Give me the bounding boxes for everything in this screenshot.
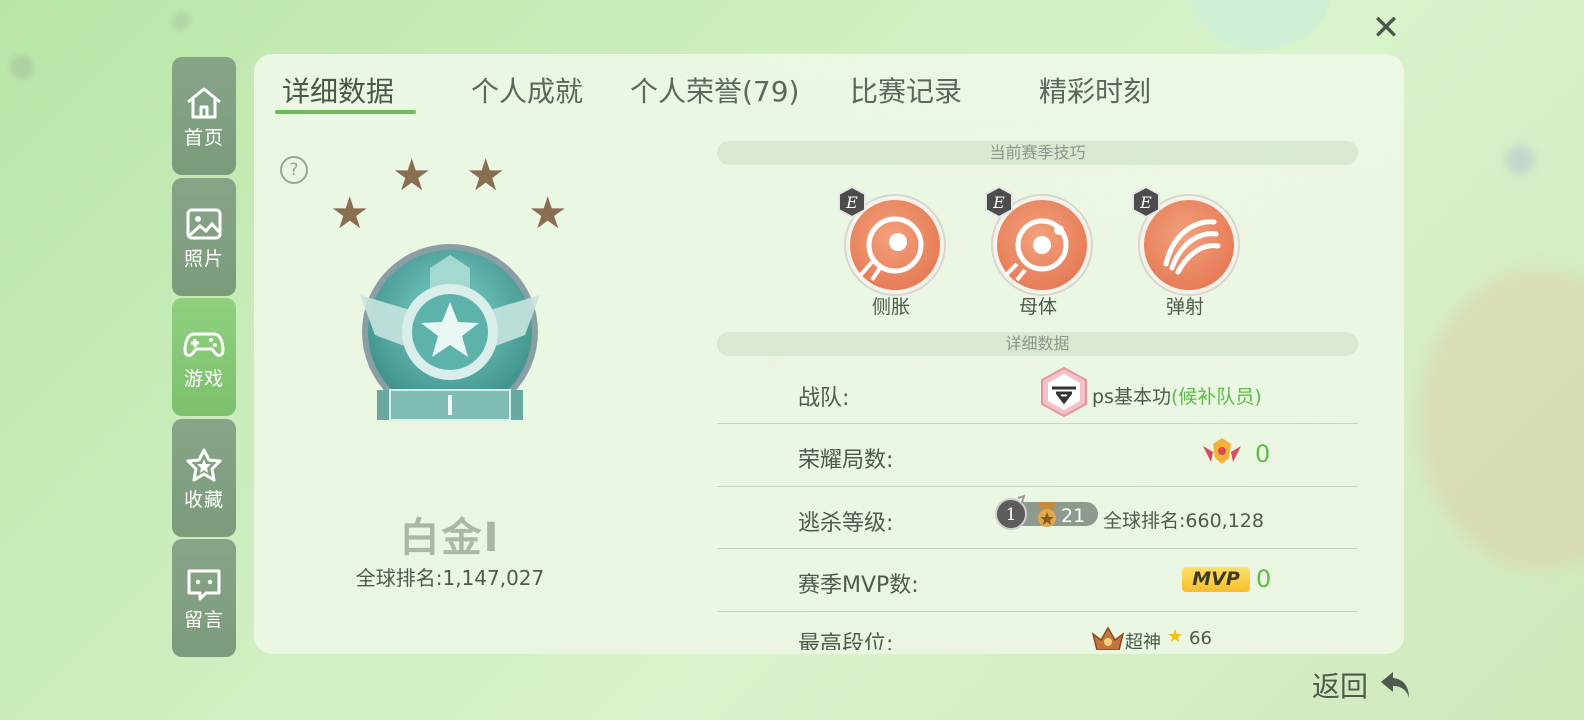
rank-star-icon: ★ <box>528 188 568 239</box>
svg-text:E: E <box>1139 193 1152 212</box>
tab-details[interactable]: 详细数据 <box>282 70 394 110</box>
sidebar-item-favorites[interactable]: 收藏 <box>172 419 236 537</box>
row-divider <box>717 423 1358 424</box>
tab-achievements[interactable]: 个人成就 <box>471 70 583 110</box>
rank-global-position: 全球排名:1,147,027 <box>355 566 545 590</box>
rank-emblem-icon <box>360 244 540 421</box>
glory-badge-icon <box>1203 438 1241 464</box>
team-role: (候补队员) <box>1170 386 1262 408</box>
back-arrow-icon <box>1380 672 1409 698</box>
escape-rank-badge-icon: 1 <box>995 494 1027 530</box>
skill-label: 侧胀 <box>871 296 910 318</box>
team-logo-icon[interactable] <box>1038 366 1090 418</box>
mvp-value: 0 <box>1256 565 1272 593</box>
mvp-label: 赛季MVP数: <box>798 573 919 598</box>
rank-star-icon: ★ <box>392 150 432 201</box>
highest-rank-star-icon: ★ <box>1167 626 1184 647</box>
escape-level-medal-icon <box>1038 502 1056 527</box>
highest-rank-row: 最高段位: 超神 ★ 66 <box>717 612 1358 650</box>
team-name[interactable]: ps基本功(候补队员) <box>1092 382 1262 409</box>
sidebar-item-label: 首页 <box>183 127 224 149</box>
team-label: 战队: <box>798 386 850 411</box>
sidebar-item-photo[interactable]: 照片 <box>172 178 236 296</box>
svg-text:E: E <box>992 193 1005 212</box>
close-icon[interactable]: ✕ <box>1368 10 1404 46</box>
skill-label: 弹射 <box>1165 296 1204 318</box>
active-tab-underline <box>275 110 416 114</box>
sidebar-item-home[interactable]: 首页 <box>172 57 236 175</box>
grade-badge-icon: E <box>985 186 1013 218</box>
sidebar-item-game[interactable]: 游戏 <box>172 298 236 416</box>
sidebar-item-label: 游戏 <box>183 368 224 390</box>
help-icon[interactable]: ? <box>280 156 308 184</box>
svg-text:E: E <box>845 193 858 212</box>
crown-badge-icon <box>1091 626 1125 650</box>
highest-rank-value: 超神 <box>1125 632 1161 650</box>
rank-star-icon: ★ <box>466 150 506 201</box>
tab-match-records[interactable]: 比赛记录 <box>850 70 962 110</box>
escape-level-label: 逃杀等级: <box>798 511 894 536</box>
rank-star-icon: ★ <box>330 188 370 239</box>
skill-label: 母体 <box>1018 296 1057 318</box>
sidebar-item-messages[interactable]: 留言 <box>172 539 236 657</box>
row-divider <box>717 548 1358 549</box>
sidebar-item-label: 留言 <box>183 609 224 631</box>
mvp-badge: MVP <box>1182 567 1250 592</box>
row-divider <box>717 486 1358 487</box>
highest-rank-label: 最高段位: <box>798 632 894 650</box>
skills-section-title: 当前赛季技巧 <box>717 141 1358 165</box>
escape-global-rank: 全球排名:660,128 <box>1103 510 1264 532</box>
photo-icon <box>186 208 222 240</box>
back-button[interactable]: 返回 <box>1312 665 1413 705</box>
grade-badge-icon: E <box>838 186 866 218</box>
escape-level-value: 21 <box>1061 505 1086 527</box>
sidebar-item-label: 照片 <box>183 248 224 270</box>
details-section-title: 详细数据 <box>717 332 1358 356</box>
star-icon <box>186 448 222 482</box>
message-icon <box>187 569 221 601</box>
rank-name: 白金Ⅰ <box>399 515 501 561</box>
glory-label: 荣耀局数: <box>798 448 894 473</box>
back-label: 返回 <box>1312 670 1369 703</box>
tab-honors[interactable]: 个人荣誉(79) <box>630 70 799 110</box>
glory-value: 0 <box>1255 440 1271 468</box>
grade-badge-icon: E <box>1132 186 1160 218</box>
tab-highlights[interactable]: 精彩时刻 <box>1039 70 1151 110</box>
home-icon <box>187 87 221 119</box>
gamepad-icon <box>183 332 225 357</box>
sidebar-item-label: 收藏 <box>183 489 224 511</box>
svg-text:1: 1 <box>1006 505 1017 525</box>
highest-rank-stars: 66 <box>1189 628 1212 649</box>
